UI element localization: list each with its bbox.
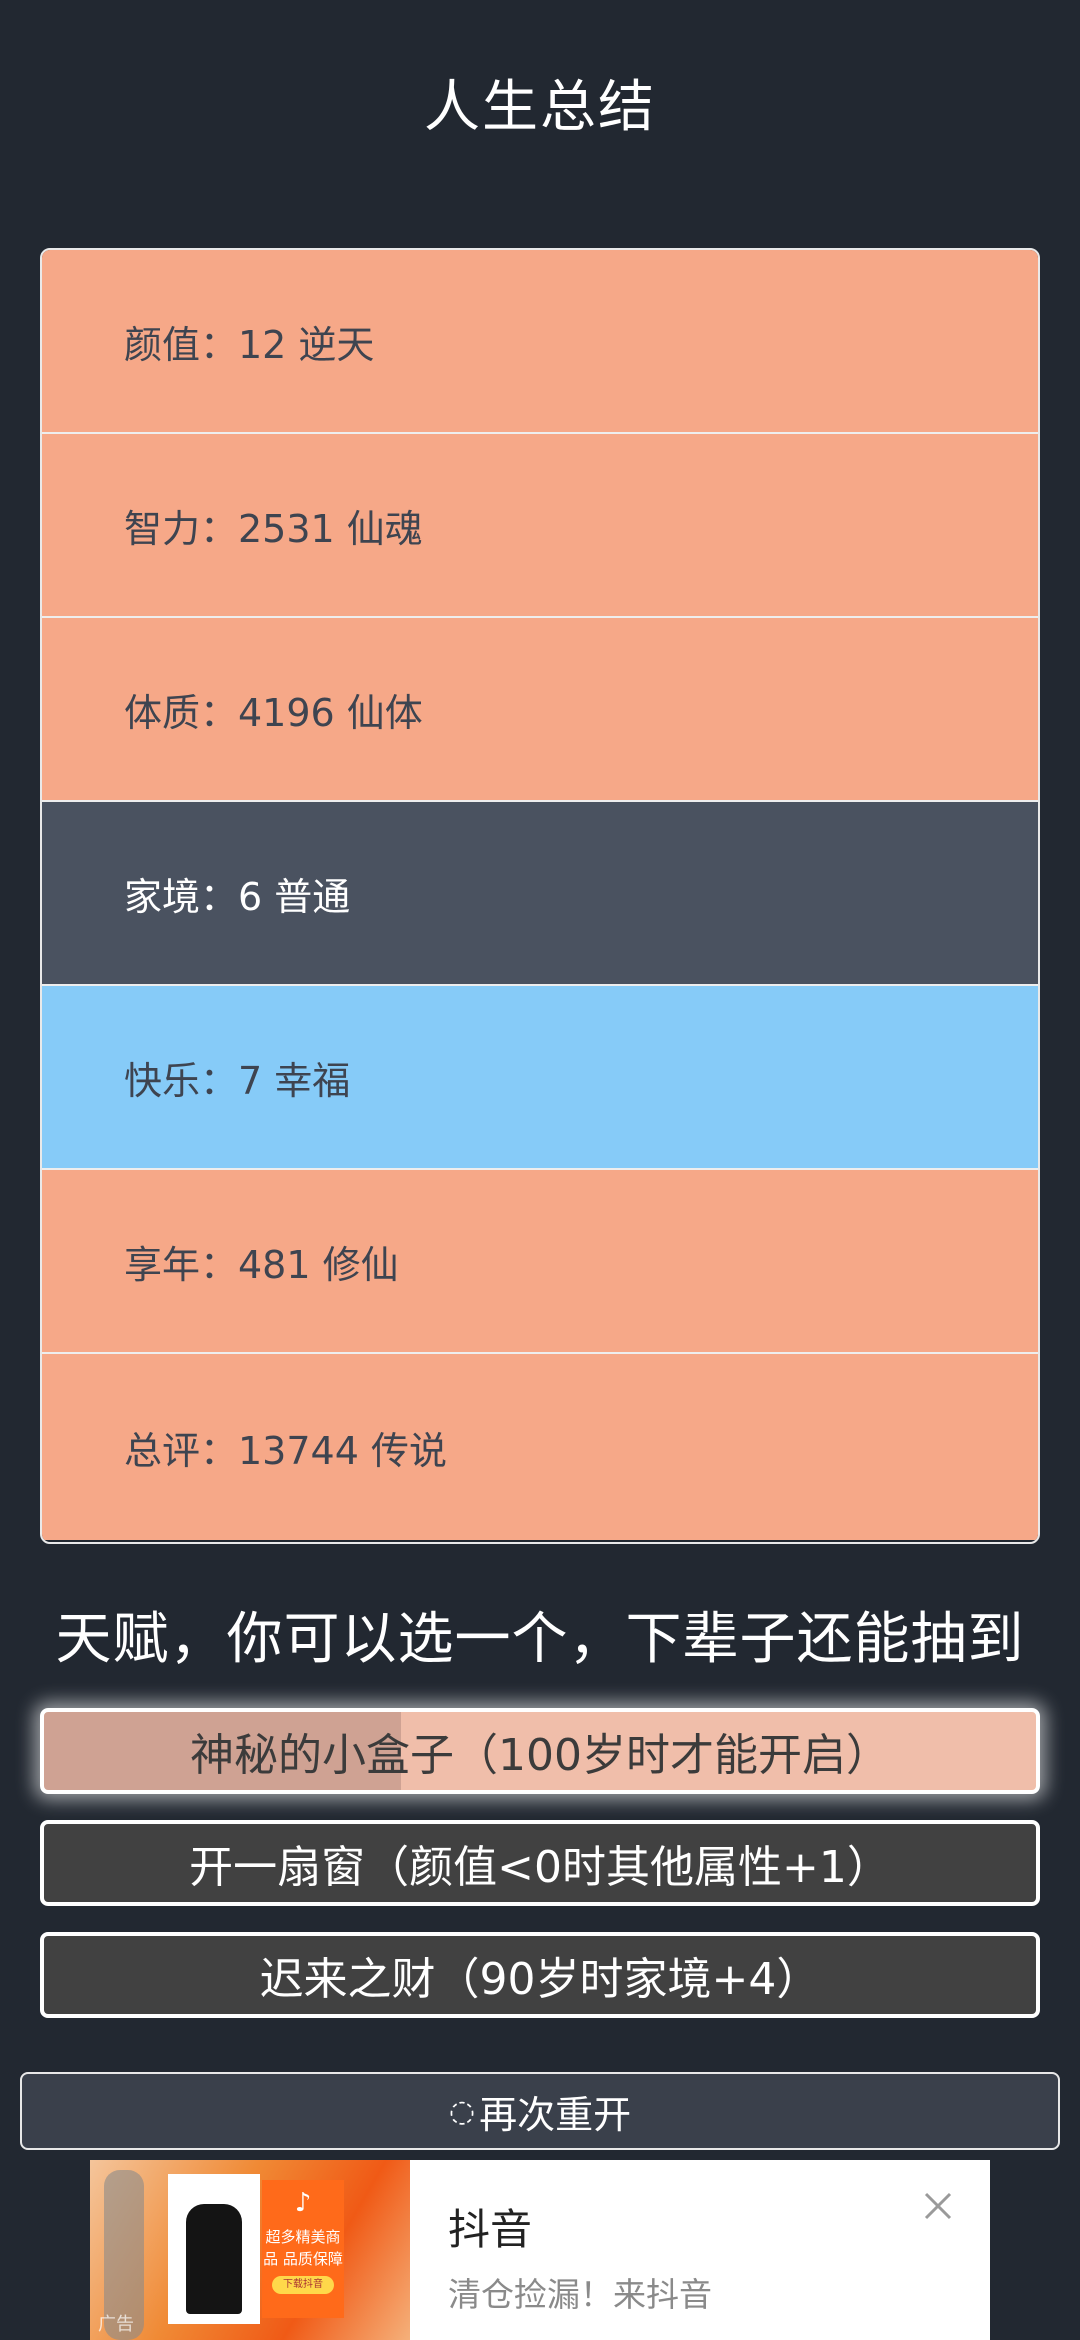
refresh-icon: ◌: [448, 2093, 476, 2129]
life-summary-screen: 人生总结 颜值：12 逆天 智力：2531 仙魂 体质：4196 仙体 家境：6…: [0, 0, 1080, 2340]
stat-row-constitution: 体质：4196 仙体: [42, 618, 1038, 802]
talent-option-mystery-box[interactable]: 神秘的小盒子（100岁时才能开启）: [40, 1708, 1040, 1794]
talent-label: 迟来之财（90岁时家境+4）: [259, 1954, 821, 2005]
ad-promo-button: 下载抖音: [272, 2276, 334, 2294]
close-icon[interactable]: [918, 2186, 958, 2226]
talent-label: 开一扇窗（颜值<0时其他属性+1）: [189, 1842, 891, 1893]
ad-banner[interactable]: ♪ 超多精美商品 品质保障 下载抖音 广告 抖音 清仓捡漏！来抖音: [90, 2160, 990, 2340]
ad-description[interactable]: 清仓捡漏！来抖音: [448, 2268, 712, 2316]
stat-row-lifespan: 享年：481 修仙: [42, 1170, 1038, 1354]
ad-product-photo: [168, 2174, 260, 2324]
stats-table: 颜值：12 逆天 智力：2531 仙魂 体质：4196 仙体 家境：6 普通 快…: [40, 248, 1040, 1544]
dress-icon: [186, 2204, 242, 2314]
stat-label: 享年：481 修仙: [124, 1242, 399, 1287]
stat-row-family: 家境：6 普通: [42, 802, 1038, 986]
ad-label: 广告: [98, 2314, 134, 2335]
stat-label: 颜值：12 逆天: [124, 322, 375, 367]
page-title: 人生总结: [424, 75, 656, 140]
stat-row-intelligence: 智力：2531 仙魂: [42, 434, 1038, 618]
restart-label: 再次重开: [479, 2092, 632, 2137]
stat-row-appearance: 颜值：12 逆天: [42, 250, 1038, 434]
ad-promo-text: 超多精美商品 品质保障: [263, 2228, 343, 2268]
stat-label: 快乐：7 幸福: [124, 1058, 351, 1103]
talent-heading: 天赋，你可以选一个，下辈子还能抽到: [55, 1607, 1025, 1672]
talent-label: 神秘的小盒子（100岁时才能开启）: [190, 1730, 890, 1781]
stat-label: 体质：4196 仙体: [124, 690, 423, 735]
stat-row-overall: 总评：13744 传说: [42, 1354, 1038, 1540]
talent-option-open-window[interactable]: 开一扇窗（颜值<0时其他属性+1）: [40, 1820, 1040, 1906]
tiktok-logo-icon: ♪: [294, 2188, 312, 2218]
restart-button[interactable]: ◌ 再次重开: [20, 2072, 1060, 2150]
talent-option-late-fortune[interactable]: 迟来之财（90岁时家境+4）: [40, 1932, 1040, 2018]
ad-promo-card: ♪ 超多精美商品 品质保障 下载抖音: [262, 2180, 344, 2318]
stat-row-happiness: 快乐：7 幸福: [42, 986, 1038, 1170]
stat-label: 家境：6 普通: [124, 874, 351, 919]
ad-image[interactable]: ♪ 超多精美商品 品质保障 下载抖音 广告: [90, 2160, 410, 2340]
ad-app-name[interactable]: 抖音: [448, 2196, 532, 2257]
stat-label: 总评：13744 传说: [124, 1428, 447, 1473]
stat-label: 智力：2531 仙魂: [124, 506, 423, 551]
